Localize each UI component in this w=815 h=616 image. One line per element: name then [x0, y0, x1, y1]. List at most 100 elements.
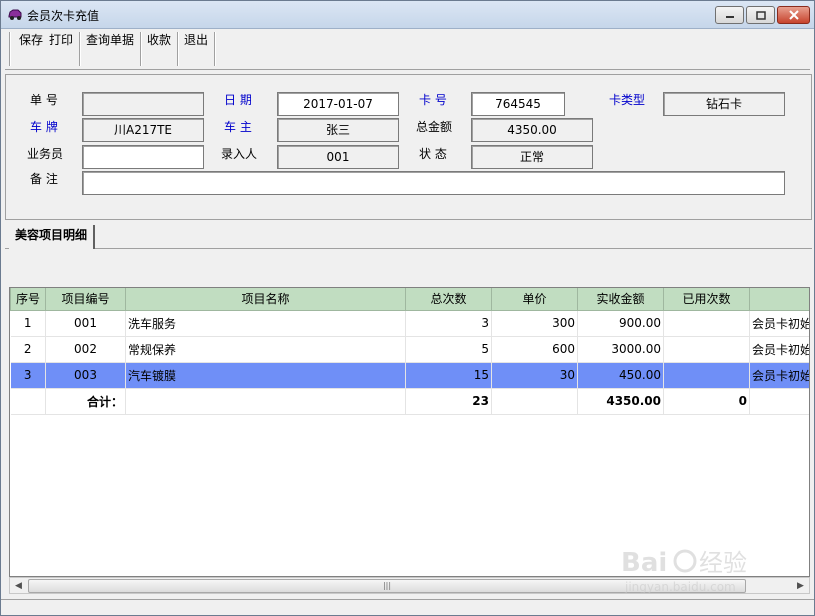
cell-amount[interactable]: 3000.00 — [577, 336, 664, 363]
plate-field[interactable]: 川A217TE — [82, 118, 204, 142]
date-field[interactable]: 2017-01-07 — [277, 92, 399, 116]
card-type-field[interactable]: 钻石卡 — [663, 92, 785, 116]
cell-count[interactable]: 5 — [405, 336, 492, 363]
cell-note[interactable]: 会员卡初始 — [749, 362, 809, 389]
bill-no-field[interactable] — [82, 92, 204, 116]
save-button[interactable]: 保存 — [15, 30, 47, 68]
items-grid: 序号 项目编号 项目名称 总次数 单价 实收金额 已用次数 备 1 001 洗车… — [9, 287, 810, 577]
cell-seq[interactable]: 1 — [10, 310, 46, 337]
date-label: 日 期 — [224, 93, 252, 107]
tab-strip: 美容项目明细 — [5, 223, 812, 249]
bill-no-label: 单 号 — [30, 93, 58, 107]
cell-used[interactable] — [663, 362, 750, 389]
cell-price[interactable]: 30 — [491, 362, 578, 389]
car-icon — [8, 9, 22, 20]
table-row[interactable]: 2 002 常规保养 5 600 3000.00 会员卡初始 — [10, 336, 809, 363]
cell-price[interactable]: 300 — [491, 310, 578, 337]
column-header[interactable]: 总次数 — [405, 288, 492, 311]
minimize-button[interactable] — [715, 6, 744, 24]
query-bill-button[interactable]: 查询单据 — [82, 30, 138, 68]
scroll-left-icon[interactable]: ◀ — [11, 579, 26, 594]
cell-name[interactable]: 洗车服务 — [125, 310, 406, 337]
total-amount-label: 总金额 — [416, 120, 453, 134]
cell-amount[interactable]: 900.00 — [577, 310, 664, 337]
column-header[interactable]: 已用次数 — [663, 288, 750, 311]
owner-field[interactable]: 张三 — [277, 118, 399, 142]
cell-price[interactable]: 600 — [491, 336, 578, 363]
cell-empty — [749, 388, 809, 415]
toolbar-separator — [79, 32, 81, 66]
plate-label: 车 牌 — [30, 120, 58, 134]
collect-payment-button[interactable]: 收款 — [143, 30, 175, 68]
totals-used: 0 — [663, 388, 750, 415]
column-header[interactable]: 项目名称 — [125, 288, 406, 311]
table-row-selected[interactable]: 3 003 汽车镀膜 15 30 450.00 会员卡初始 — [10, 362, 809, 389]
cell-empty — [491, 388, 578, 415]
owner-label: 车 主 — [224, 120, 252, 134]
cell-amount[interactable]: 450.00 — [577, 362, 664, 389]
maximize-icon — [755, 10, 766, 20]
totals-count: 23 — [405, 388, 492, 415]
cell-count[interactable]: 3 — [405, 310, 492, 337]
table-header: 序号 项目编号 项目名称 总次数 单价 实收金额 已用次数 备 — [10, 288, 809, 311]
totals-amount: 4350.00 — [577, 388, 664, 415]
tab-beauty-items[interactable]: 美容项目明细 — [9, 225, 96, 249]
cell-empty — [125, 388, 406, 415]
remark-field[interactable] — [82, 171, 785, 195]
cell-name[interactable]: 常规保养 — [125, 336, 406, 363]
svg-text:Bai: Bai — [621, 548, 667, 578]
toolbar-separator — [214, 32, 216, 66]
scroll-right-icon[interactable]: ▶ — [793, 579, 808, 594]
toolbar-separator — [9, 32, 11, 66]
entry-person-label: 录入人 — [221, 147, 258, 161]
card-type-label: 卡类型 — [609, 93, 646, 107]
main-window: 会员次卡充值 保存 打印 查询单据 收款 退出 单 号 日 期 2017-01-… — [0, 0, 815, 616]
total-amount-field[interactable]: 4350.00 — [471, 118, 593, 142]
close-icon — [788, 10, 799, 20]
cell-used[interactable] — [663, 310, 750, 337]
items-table: 序号 项目编号 项目名称 总次数 单价 实收金额 已用次数 备 1 001 洗车… — [10, 288, 809, 415]
cell-empty — [10, 388, 46, 415]
baidu-watermark-logo: Bai 经验 jingyan.baidu.com — [621, 548, 747, 594]
totals-row: 合计： 23 4350.00 0 — [10, 388, 809, 415]
cell-note[interactable]: 会员卡初始 — [749, 336, 809, 363]
status-bar — [1, 599, 814, 615]
toolbar: 保存 打印 查询单据 收款 退出 — [5, 30, 810, 70]
column-header[interactable]: 项目编号 — [45, 288, 126, 311]
staff-label: 业务员 — [27, 147, 64, 161]
minimize-icon — [725, 16, 734, 18]
remark-label: 备 注 — [30, 172, 58, 186]
status-field[interactable]: 正常 — [471, 145, 593, 169]
cell-count[interactable]: 15 — [405, 362, 492, 389]
column-header[interactable]: 单价 — [491, 288, 578, 311]
maximize-button[interactable] — [746, 6, 775, 24]
cell-code[interactable]: 003 — [45, 362, 126, 389]
close-button[interactable] — [777, 6, 810, 24]
entry-person-field[interactable]: 001 — [277, 145, 399, 169]
status-label: 状 态 — [419, 147, 447, 161]
cell-name[interactable]: 汽车镀膜 — [125, 362, 406, 389]
card-no-label: 卡 号 — [419, 93, 447, 107]
window-title: 会员次卡充值 — [27, 9, 100, 23]
print-button[interactable]: 打印 — [45, 30, 77, 68]
cell-note[interactable]: 会员卡初始 — [749, 310, 809, 337]
title-bar: 会员次卡充值 — [1, 1, 814, 29]
cell-used[interactable] — [663, 336, 750, 363]
tab-subpanel — [5, 249, 812, 287]
totals-label: 合计： — [45, 388, 126, 415]
staff-field[interactable] — [82, 145, 204, 169]
cell-code[interactable]: 001 — [45, 310, 126, 337]
column-header[interactable]: 序号 — [10, 288, 46, 311]
column-header[interactable]: 备 — [749, 288, 809, 311]
toolbar-separator — [177, 32, 179, 66]
table-row[interactable]: 1 001 洗车服务 3 300 900.00 会员卡初始 — [10, 310, 809, 337]
form-panel: 单 号 日 期 2017-01-07 卡 号 764545 卡类型 钻石卡 车 … — [5, 74, 812, 220]
toolbar-separator — [140, 32, 142, 66]
cell-seq[interactable]: 2 — [10, 336, 46, 363]
cell-code[interactable]: 002 — [45, 336, 126, 363]
column-header[interactable]: 实收金额 — [577, 288, 664, 311]
cell-seq[interactable]: 3 — [10, 362, 46, 389]
exit-button[interactable]: 退出 — [180, 30, 212, 68]
svg-text:jingyan.baidu.com: jingyan.baidu.com — [624, 580, 736, 594]
card-no-field[interactable]: 764545 — [471, 92, 565, 116]
